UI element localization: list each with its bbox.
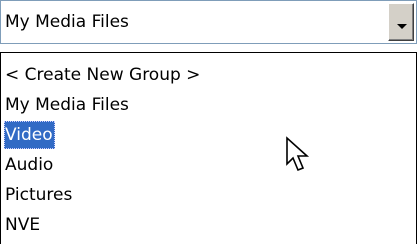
list-item-video[interactable]: Video bbox=[4, 121, 55, 149]
list-item-my-media-files[interactable]: My Media Files bbox=[4, 91, 131, 119]
combo-selected-value: My Media Files bbox=[5, 12, 129, 32]
dropdown-list[interactable]: < Create New Group > My Media Files Vide… bbox=[0, 52, 417, 244]
media-group-selector: My Media Files < Create New Group > My M… bbox=[0, 0, 419, 244]
list-item-audio[interactable]: Audio bbox=[4, 151, 55, 179]
list-item-create-new-group[interactable]: < Create New Group > bbox=[4, 61, 202, 89]
list-item-nve[interactable]: NVE bbox=[4, 211, 42, 239]
mouse-pointer-icon bbox=[286, 136, 310, 172]
dropdown-button[interactable] bbox=[388, 3, 414, 41]
chevron-down-icon bbox=[397, 24, 407, 29]
list-item-pictures[interactable]: Pictures bbox=[4, 181, 74, 209]
media-group-combobox[interactable]: My Media Files bbox=[0, 0, 417, 44]
